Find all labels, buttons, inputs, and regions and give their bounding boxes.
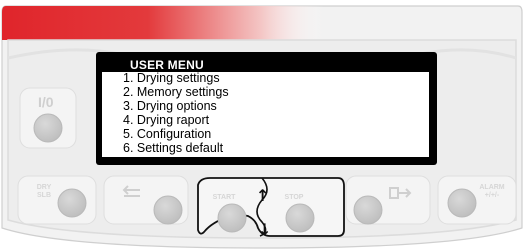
dry-label: DRY xyxy=(36,184,52,191)
back-button[interactable] xyxy=(104,176,188,224)
start-button[interactable]: START xyxy=(200,180,260,234)
menu-item-drying-options[interactable]: 3. Drying options xyxy=(123,100,217,113)
lcd-screen: USER MENU 1. Drying settings 2. Memory s… xyxy=(96,52,437,165)
alarm-button[interactable]: ALARM +/+/- xyxy=(438,176,516,224)
menu-item-settings-default[interactable]: 6. Settings default xyxy=(123,142,223,155)
lcd-display-area: USER MENU 1. Drying settings 2. Memory s… xyxy=(102,59,429,157)
slb-label: SLB xyxy=(37,192,51,199)
stop-label: STOP xyxy=(284,194,304,201)
enter-button[interactable] xyxy=(346,176,430,224)
power-icon: I/0 xyxy=(38,94,54,110)
menu-item-memory-settings[interactable]: 2. Memory settings xyxy=(123,86,229,99)
io-button[interactable]: I/0 xyxy=(20,88,76,148)
dryer-control-panel: USER MENU 1. Drying settings 2. Memory s… xyxy=(0,0,524,250)
start-label: START xyxy=(212,194,236,201)
menu-item-drying-raport[interactable]: 4. Drying raport xyxy=(123,114,209,127)
alarm-label: ALARM xyxy=(479,184,505,191)
stop-button[interactable]: STOP xyxy=(266,180,342,234)
dry-slb-button[interactable]: DRY SLB xyxy=(18,176,96,224)
alarm-sub-label: +/+/- xyxy=(484,192,500,199)
menu-item-configuration[interactable]: 5. Configuration xyxy=(123,128,211,141)
menu-item-drying-settings[interactable]: 1. Drying settings xyxy=(123,72,220,85)
